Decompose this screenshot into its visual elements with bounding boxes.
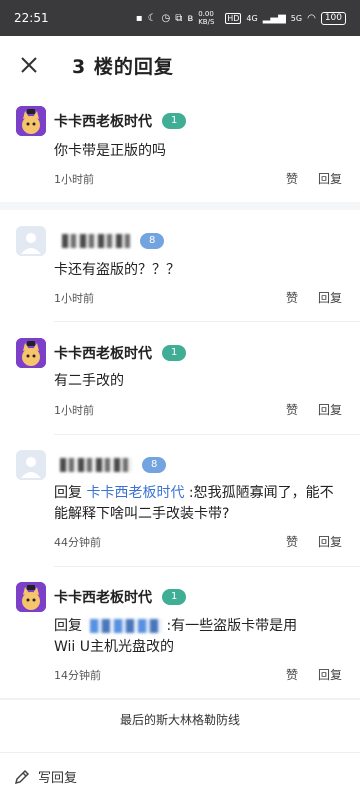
blurred-username[interactable] bbox=[62, 234, 130, 248]
top-bar: 3 楼的回复 bbox=[0, 36, 360, 94]
divider bbox=[54, 434, 360, 435]
like-button[interactable]: 赞 bbox=[286, 666, 298, 683]
like-button[interactable]: 赞 bbox=[286, 289, 298, 306]
reply-prefix: 回复 bbox=[54, 618, 82, 634]
comment-time: 14分钟前 bbox=[54, 669, 101, 682]
main-comment: 卡卡西老板时代 1 你卡带是正版的吗 1小时前 赞 回复 bbox=[0, 106, 360, 188]
reply-prefix: 回复 bbox=[54, 485, 82, 501]
reply-button[interactable]: 回复 bbox=[318, 533, 342, 550]
cat-avatar-icon bbox=[16, 338, 46, 368]
username[interactable]: 卡卡西老板时代 bbox=[54, 587, 152, 607]
reply-item: 卡卡西老板时代 1 有二手改的 1小时前 赞 回复 bbox=[0, 338, 360, 420]
like-button[interactable]: 赞 bbox=[286, 401, 298, 418]
cat-avatar-icon bbox=[16, 582, 46, 612]
vibrate-icon: ⧉ bbox=[175, 12, 183, 24]
notification-icon: ▪ bbox=[135, 12, 143, 24]
blurred-reply-to-user[interactable] bbox=[90, 619, 163, 633]
write-reply-bar[interactable]: 写回复 bbox=[0, 752, 360, 800]
divider bbox=[54, 321, 360, 322]
reply-button[interactable]: 回复 bbox=[318, 401, 342, 418]
comment-text: 回复 :有一些盗版卡带是用 Wii U主机光盘改的 bbox=[54, 616, 344, 658]
section-divider bbox=[0, 698, 360, 700]
cat-avatar-icon bbox=[16, 106, 46, 136]
end-note: 最后的斯大林格勒防线 bbox=[119, 713, 240, 727]
reply-button[interactable]: 回复 bbox=[318, 666, 342, 683]
comment-header: 卡卡西老板时代 1 bbox=[54, 338, 187, 368]
default-avatar-icon bbox=[16, 450, 46, 480]
alarm-icon: ◷ bbox=[161, 12, 171, 24]
signal-4g: 4G bbox=[246, 13, 258, 23]
avatar[interactable] bbox=[16, 106, 46, 136]
default-avatar-icon bbox=[16, 226, 46, 256]
reply-item: 8 回复 卡卡西老板时代 :恕我孤陋寡闻了，能不能解释下啥叫二手改装卡带? 44… bbox=[0, 450, 360, 554]
status-time: 22:51 bbox=[14, 11, 49, 25]
moon-icon: ☾ bbox=[147, 12, 157, 24]
hd-badge: HD bbox=[225, 12, 242, 24]
reply-body-line-2: Wii U主机光盘改的 bbox=[54, 639, 175, 655]
comment-header: 卡卡西老板时代 1 bbox=[54, 106, 187, 136]
reply-body-line-1: :有一些盗版卡带是用 bbox=[166, 618, 298, 634]
reply-line-1: 回复 :有一些盗版卡带是用 bbox=[54, 616, 344, 637]
reply-button[interactable]: 回复 bbox=[318, 170, 342, 187]
comment-time: 1小时前 bbox=[54, 404, 94, 417]
pencil-icon bbox=[14, 769, 30, 784]
bluetooth-icon: ʙ bbox=[187, 12, 194, 24]
page-title: 3 楼的回复 bbox=[72, 55, 174, 78]
level-badge: 1 bbox=[162, 589, 187, 605]
battery-icon: 100 bbox=[320, 11, 346, 25]
section-divider bbox=[0, 202, 360, 210]
reply-button[interactable]: 回复 bbox=[318, 289, 342, 306]
comment-header: 8 bbox=[62, 226, 165, 256]
reply-item: 8 卡还有盗版的？？？ 1小时前 赞 回复 bbox=[0, 226, 360, 308]
divider bbox=[54, 566, 360, 567]
comment-text: 卡还有盗版的？？？ bbox=[54, 262, 180, 278]
signal-bars-icon: ▂▄▆ bbox=[262, 12, 286, 24]
avatar[interactable] bbox=[16, 338, 46, 368]
comment-text: 你卡带是正版的吗 bbox=[54, 143, 166, 159]
like-button[interactable]: 赞 bbox=[286, 533, 298, 550]
comment-time: 44分钟前 bbox=[54, 536, 101, 549]
signal-5g: 5G bbox=[290, 13, 303, 23]
reply-item: 卡卡西老板时代 1 回复 :有一些盗版卡带是用 Wii U主机光盘改的 14分钟… bbox=[0, 582, 360, 686]
comment-header: 卡卡西老板时代 1 bbox=[54, 582, 187, 612]
net-speed: 0.00 KB/S bbox=[198, 10, 215, 26]
close-button[interactable] bbox=[14, 50, 44, 80]
avatar[interactable] bbox=[16, 226, 46, 256]
username[interactable]: 卡卡西老板时代 bbox=[54, 111, 152, 131]
level-badge: 1 bbox=[162, 113, 187, 129]
level-badge: 8 bbox=[140, 233, 165, 249]
comment-header: 8 bbox=[60, 450, 167, 480]
comment-time: 1小时前 bbox=[54, 173, 94, 186]
level-badge: 8 bbox=[142, 457, 167, 473]
comment-text: 回复 卡卡西老板时代 :恕我孤陋寡闻了，能不能解释下啥叫二手改装卡带? bbox=[54, 483, 344, 525]
blurred-username[interactable] bbox=[60, 458, 132, 472]
comment-text: 有二手改的 bbox=[54, 373, 124, 389]
reply-to-user-link[interactable]: 卡卡西老板时代 bbox=[86, 485, 184, 501]
status-bar: 22:51 ▪ ☾ ◷ ⧉ ʙ 0.00 KB/S HD 4G ▂▄▆ 5G ◠… bbox=[0, 0, 360, 36]
like-button[interactable]: 赞 bbox=[286, 170, 298, 187]
avatar[interactable] bbox=[16, 582, 46, 612]
username[interactable]: 卡卡西老板时代 bbox=[54, 343, 152, 363]
status-icons: ▪ ☾ ◷ ⧉ ʙ 0.00 KB/S HD 4G ▂▄▆ 5G ◠ 100 bbox=[136, 10, 346, 26]
close-icon bbox=[21, 57, 37, 73]
avatar[interactable] bbox=[16, 450, 46, 480]
write-reply-label: 写回复 bbox=[38, 771, 78, 786]
wifi-icon: ◠ bbox=[307, 12, 316, 24]
comment-time: 1小时前 bbox=[54, 292, 94, 305]
level-badge: 1 bbox=[162, 345, 187, 361]
